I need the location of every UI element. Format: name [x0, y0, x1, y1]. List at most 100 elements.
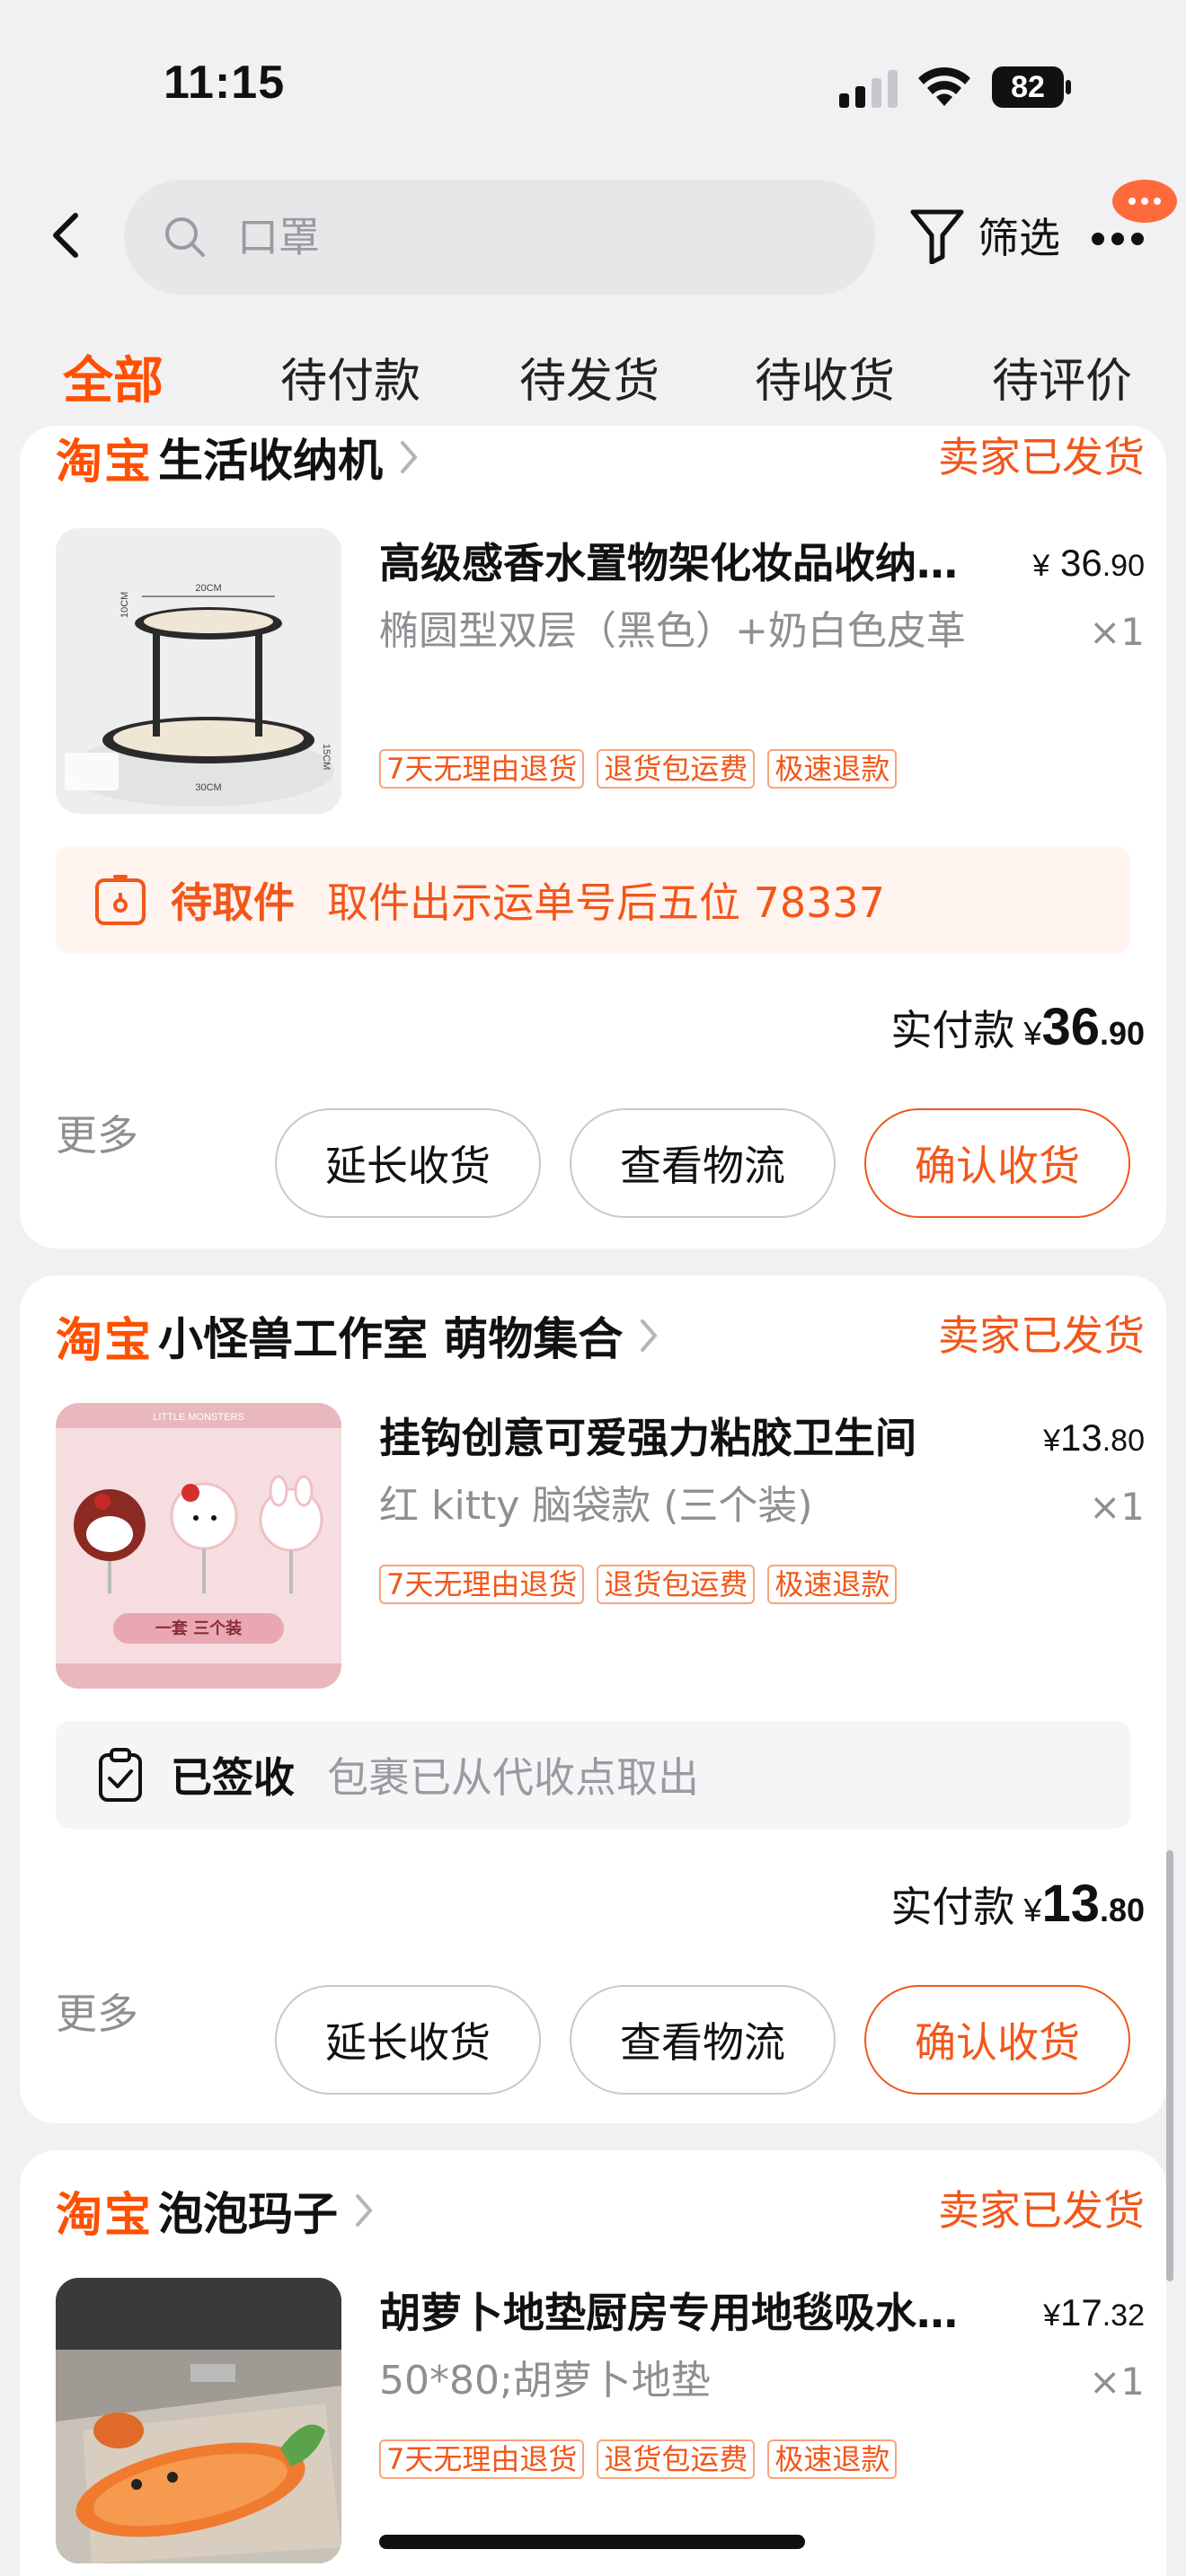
tab-all[interactable]: 全部 — [63, 350, 164, 413]
currency-symbol: ¥ — [1032, 549, 1050, 583]
product-spec: 椭圆型双层（黑色）+奶白色皮革 — [379, 608, 966, 654]
product-thumbnail[interactable]: 20CM 10CM 30CM 15CM — [56, 528, 341, 814]
dimension-label: 20CM — [195, 583, 221, 594]
price-cents: .90 — [1102, 549, 1145, 583]
service-tag: 退货包运费 — [597, 749, 756, 789]
service-tags: 7天无理由退货 退货包运费 极速退款 — [379, 2439, 909, 2479]
extend-receipt-button[interactable]: 延长收货 — [275, 1108, 541, 1218]
paid-amount: 实付款 ¥ 36 .90 — [890, 997, 1145, 1057]
confirm-receipt-button[interactable]: 确认收货 — [864, 1108, 1130, 1218]
service-tag: 退货包运费 — [597, 1565, 756, 1604]
battery-level: 82 — [1011, 70, 1045, 104]
currency-symbol: ¥ — [1023, 1015, 1042, 1052]
product-title[interactable]: 挂钩创意可爱强力粘胶卫生间 — [379, 1410, 978, 1466]
tab-pending-payment[interactable]: 待付款 — [280, 350, 420, 413]
price-integer: 36 — [1060, 542, 1102, 584]
tab-pending-shipment[interactable]: 待发货 — [519, 350, 659, 413]
back-icon[interactable] — [43, 208, 92, 262]
service-tags: 7天无理由退货 退货包运费 极速退款 — [379, 1565, 909, 1604]
battery-icon: 82 — [992, 66, 1071, 108]
product-price: ¥ 36.90 — [1032, 535, 1145, 594]
shop-row[interactable]: 淘宝 小怪兽工作室 萌物集合 — [56, 1304, 660, 1368]
dimension-label: 15CM — [321, 744, 332, 770]
signed-notice[interactable]: 已签收 包裹已从代收点取出 — [56, 1721, 1130, 1829]
service-tag: 退货包运费 — [597, 2439, 756, 2479]
product-quantity: ×1 — [1089, 2360, 1145, 2404]
product-title[interactable]: 胡萝卜地垫厨房专用地毯吸水防滑 — [379, 2285, 978, 2341]
paid-cents: .90 — [1099, 1015, 1145, 1052]
tab-pending-review[interactable]: 待评价 — [992, 350, 1132, 413]
filter-icon — [910, 209, 964, 264]
paid-cents: .80 — [1099, 1892, 1145, 1928]
wifi-icon — [918, 66, 970, 106]
dimension-label: 30CM — [195, 782, 221, 793]
signed-text: 包裹已从代收点取出 — [327, 1753, 699, 1802]
scrollbar[interactable] — [1166, 1850, 1173, 2281]
product-spec: 红 kitty 脑袋款 (三个装) — [379, 1483, 813, 1529]
thumb-banner-text: LITTLE MONSTERS — [153, 1412, 243, 1423]
price-integer: 17 — [1060, 2291, 1102, 2333]
home-indicator[interactable] — [379, 2535, 805, 2549]
pickup-locker-icon — [95, 875, 146, 925]
service-tag: 7天无理由退货 — [379, 1565, 585, 1604]
order-status: 卖家已发货 — [938, 433, 1145, 481]
status-time: 11:15 — [164, 57, 286, 109]
confirm-receipt-button[interactable]: 确认收货 — [864, 1985, 1130, 2095]
shop-row[interactable]: 淘宝 生活收纳机 — [56, 426, 420, 490]
shop-row[interactable]: 淘宝 泡泡玛子 — [56, 2179, 376, 2243]
currency-symbol: ¥ — [1043, 2298, 1061, 2333]
paid-label: 实付款 — [890, 1006, 1015, 1054]
paid-label: 实付款 — [890, 1883, 1015, 1931]
chevron-right-icon — [356, 2194, 373, 2227]
chevron-right-icon — [641, 1319, 659, 1352]
order-card: 淘宝 泡泡玛子 卖家已发货 胡萝卜地垫厨房专用地毯吸水防滑 ¥17.32 50*… — [20, 2150, 1166, 2576]
tab-pending-receipt[interactable]: 待收货 — [755, 350, 895, 413]
view-logistics-button[interactable]: 查看物流 — [570, 1985, 836, 2095]
pickup-label: 待取件 — [171, 878, 295, 927]
product-thumbnail[interactable] — [56, 2278, 341, 2563]
order-card: 淘宝 小怪兽工作室 萌物集合 卖家已发货 LITTLE MONSTERS 一套 … — [20, 1275, 1166, 2123]
chevron-right-icon — [401, 441, 418, 473]
signed-label: 已签收 — [171, 1753, 295, 1802]
paid-amount: 实付款 ¥ 13 .80 — [890, 1874, 1145, 1934]
search-icon — [165, 217, 205, 257]
order-status: 卖家已发货 — [938, 1311, 1145, 1360]
shop-name: 小怪兽工作室 萌物集合 — [158, 1313, 624, 1365]
search-input[interactable]: 口罩 — [124, 180, 875, 295]
product-title[interactable]: 高级感香水置物架化妆品收纳托盘 — [379, 535, 978, 591]
service-tag: 极速退款 — [767, 749, 898, 789]
filter-button[interactable]: 筛选 — [909, 201, 1060, 269]
service-tag: 7天无理由退货 — [379, 2439, 585, 2479]
cellular-signal-icon — [839, 70, 898, 108]
price-integer: 13 — [1060, 1416, 1102, 1459]
currency-symbol: ¥ — [1023, 1892, 1042, 1928]
clipboard-check-icon — [99, 1748, 142, 1802]
product-price: ¥17.32 — [1043, 2285, 1145, 2343]
more-link[interactable]: 更多 — [56, 1108, 138, 1162]
product-quantity: ×1 — [1089, 610, 1145, 654]
tray-image: 20CM 10CM 30CM 15CM — [56, 528, 341, 814]
view-logistics-button[interactable]: 查看物流 — [570, 1108, 836, 1218]
more-options-icon[interactable] — [1091, 180, 1177, 251]
product-price: ¥13.80 — [1043, 1410, 1145, 1469]
product-quantity: ×1 — [1089, 1485, 1145, 1529]
hooks-image: LITTLE MONSTERS 一套 三个装 — [56, 1403, 341, 1689]
taobao-logo: 淘宝 — [56, 435, 154, 490]
status-bar: 11:15 82 — [0, 0, 1186, 144]
pickup-text: 取件出示运单号后五位 78337 — [327, 878, 885, 927]
thumb-caption: 一套 三个装 — [155, 1619, 242, 1638]
filter-label: 筛选 — [978, 214, 1060, 262]
extend-receipt-button[interactable]: 延长收货 — [275, 1985, 541, 2095]
dimension-label: 10CM — [119, 592, 130, 618]
product-thumbnail[interactable]: LITTLE MONSTERS 一套 三个装 — [56, 1403, 341, 1689]
service-tag: 极速退款 — [767, 2439, 898, 2479]
taobao-logo: 淘宝 — [56, 2188, 154, 2243]
shop-name: 生活收纳机 — [158, 435, 384, 487]
shop-name: 泡泡玛子 — [158, 2188, 339, 2240]
pickup-notice[interactable]: 待取件 取件出示运单号后五位 78337 — [56, 846, 1130, 954]
paid-integer: 36 — [1041, 998, 1100, 1056]
paid-integer: 13 — [1041, 1875, 1100, 1933]
more-link[interactable]: 更多 — [56, 1987, 138, 2041]
service-tag: 7天无理由退货 — [379, 749, 585, 789]
currency-symbol: ¥ — [1043, 1424, 1061, 1458]
